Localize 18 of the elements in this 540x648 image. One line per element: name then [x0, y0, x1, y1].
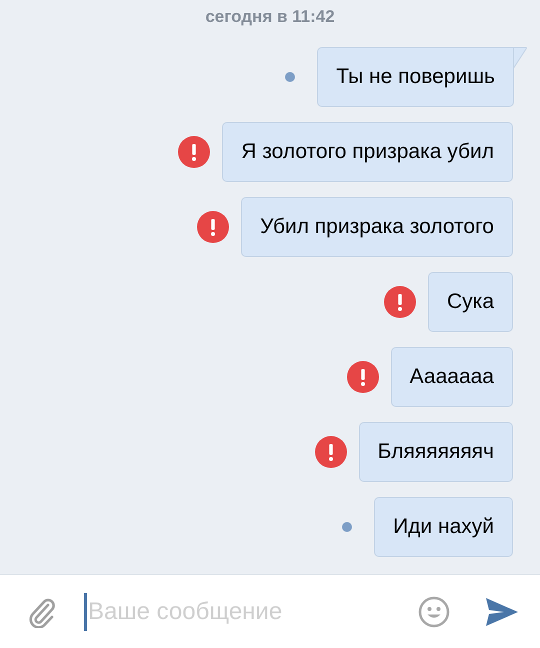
send-icon[interactable]	[486, 598, 518, 626]
bubble-tail	[513, 47, 527, 69]
message-bubble[interactable]: Сука	[428, 272, 513, 332]
message-bubble[interactable]: Я золотого призрака убил	[222, 122, 513, 182]
error-icon	[197, 211, 230, 243]
emoji-icon[interactable]	[418, 596, 450, 628]
message-bubble[interactable]: Убил призрака золотого	[241, 197, 513, 257]
unread-dot	[285, 72, 296, 82]
error-icon	[346, 361, 379, 393]
message-bubble[interactable]: Ааааааа	[390, 347, 513, 407]
unread-dot	[342, 522, 352, 532]
message-bubble[interactable]: Иди нахуй	[374, 497, 513, 557]
error-icon	[384, 286, 416, 318]
error-icon	[178, 136, 210, 168]
message-bubble[interactable]: Ты не поверишь	[317, 47, 514, 107]
message-bubble[interactable]: Бляяяяяяяч	[358, 422, 513, 482]
date-divider: сегодня в 11:42	[205, 7, 335, 27]
error-icon	[314, 436, 347, 468]
